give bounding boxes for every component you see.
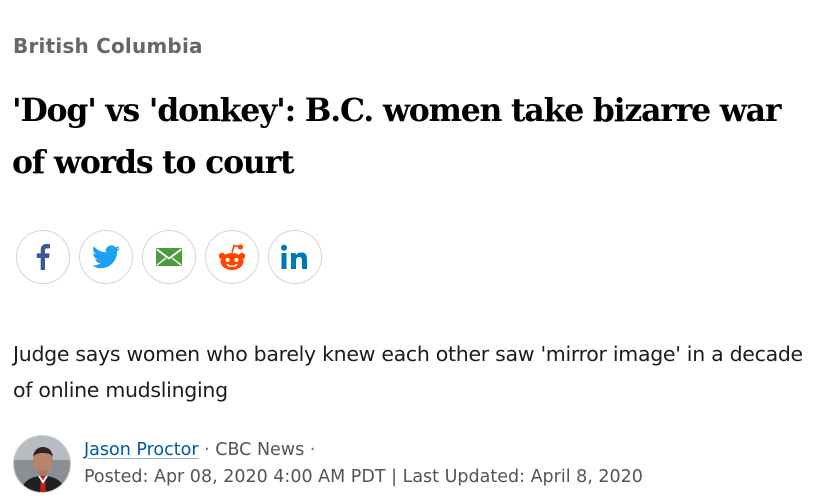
- share-email-button[interactable]: [142, 230, 196, 284]
- byline: Jason Proctor · CBC News · Posted: Apr 0…: [84, 437, 643, 491]
- facebook-icon: [36, 244, 50, 270]
- article-headline: 'Dog' vs 'donkey': B.C. women take bizar…: [12, 92, 781, 181]
- posted-label: Posted:: [84, 467, 149, 487]
- share-twitter-button[interactable]: [79, 230, 133, 284]
- share-linkedin-button[interactable]: [268, 230, 322, 284]
- posted-time: Apr 08, 2020 4:00 AM PDT: [153, 467, 386, 487]
- section-link-british-columbia[interactable]: British Columbia: [13, 34, 203, 58]
- share-reddit-button[interactable]: [205, 230, 259, 284]
- updated-time: April 8, 2020: [530, 467, 643, 487]
- byline-separator: ·: [204, 440, 210, 460]
- author-photo: [14, 436, 70, 492]
- share-facebook-button[interactable]: [16, 230, 70, 284]
- byline-timestamps: Posted: Apr 08, 2020 4:00 AM PDT | Last …: [84, 464, 643, 491]
- twitter-icon: [92, 245, 120, 269]
- byline-separator-trailing: ·: [309, 440, 316, 460]
- timestamp-divider: |: [391, 467, 397, 487]
- email-icon: [156, 248, 182, 266]
- linkedin-icon: [281, 244, 307, 269]
- article-deck: Judge says women who barely knew each ot…: [13, 342, 803, 402]
- reddit-icon: [218, 244, 246, 270]
- author-avatar[interactable]: [13, 435, 71, 493]
- byline-outlet: CBC News: [215, 440, 305, 460]
- updated-label: Last Updated:: [402, 467, 525, 487]
- byline-author-row: Jason Proctor · CBC News ·: [84, 437, 643, 464]
- share-bar: [16, 230, 322, 284]
- author-link[interactable]: Jason Proctor: [84, 440, 199, 460]
